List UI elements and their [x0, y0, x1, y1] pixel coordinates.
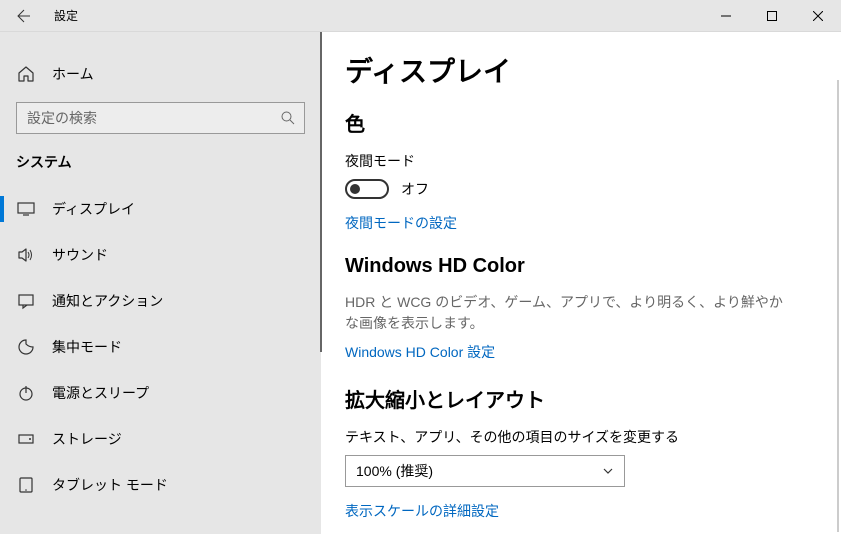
page-title: ディスプレイ	[345, 50, 809, 90]
content-scrollbar[interactable]	[837, 80, 839, 532]
nav-item-tablet[interactable]: タブレット モード	[0, 462, 321, 508]
nav-item-display[interactable]: ディスプレイ	[0, 186, 321, 232]
scale-label: テキスト、アプリ、その他の項目のサイズを変更する	[345, 427, 809, 447]
tablet-icon	[16, 475, 36, 495]
nav-label: 集中モード	[52, 337, 122, 357]
category-header: システム	[0, 152, 321, 186]
scale-heading: 拡大縮小とレイアウト	[345, 384, 809, 413]
back-button[interactable]	[0, 0, 48, 32]
night-light-label: 夜間モード	[345, 151, 809, 171]
sidebar: ホーム システム ディスプレイ サウンド	[0, 32, 321, 534]
arrow-left-icon	[16, 8, 32, 24]
search-box[interactable]	[16, 102, 305, 134]
night-light-settings-link[interactable]: 夜間モードの設定	[345, 213, 457, 233]
home-icon	[16, 64, 36, 84]
sound-icon	[16, 245, 36, 265]
title-bar: 設定	[0, 0, 841, 32]
power-icon	[16, 383, 36, 403]
nav-label: サウンド	[52, 245, 108, 265]
focus-icon	[16, 337, 36, 357]
hd-color-description: HDR と WCG のビデオ、ゲーム、アプリで、より明るく、より鮮やかな画像を表…	[345, 292, 795, 334]
storage-icon	[16, 429, 36, 449]
scale-dropdown[interactable]: 100% (推奨)	[345, 455, 625, 487]
nav-item-storage[interactable]: ストレージ	[0, 416, 321, 462]
scale-value: 100% (推奨)	[356, 461, 433, 481]
minimize-icon	[721, 11, 731, 21]
close-icon	[813, 11, 823, 21]
home-label: ホーム	[52, 64, 94, 84]
nav-item-power[interactable]: 電源とスリープ	[0, 370, 321, 416]
search-icon	[272, 102, 304, 134]
night-light-toggle[interactable]	[345, 179, 389, 199]
chevron-down-icon	[602, 465, 614, 477]
toggle-knob	[350, 184, 360, 194]
nav-label: 電源とスリープ	[52, 383, 149, 403]
color-heading: 色	[345, 108, 809, 137]
nav-item-focus[interactable]: 集中モード	[0, 324, 321, 370]
hd-color-heading: Windows HD Color	[345, 255, 809, 278]
notifications-icon	[16, 291, 36, 311]
nav-label: ディスプレイ	[52, 199, 135, 219]
hd-color-settings-link[interactable]: Windows HD Color 設定	[345, 342, 495, 362]
window-title: 設定	[54, 7, 78, 24]
nav-label: タブレット モード	[52, 475, 168, 495]
night-light-state: オフ	[401, 179, 429, 199]
minimize-button[interactable]	[703, 0, 749, 32]
nav-item-sound[interactable]: サウンド	[0, 232, 321, 278]
close-button[interactable]	[795, 0, 841, 32]
display-icon	[16, 199, 36, 219]
nav-label: ストレージ	[52, 429, 122, 449]
maximize-button[interactable]	[749, 0, 795, 32]
maximize-icon	[767, 11, 777, 21]
nav-label: 通知とアクション	[52, 291, 163, 311]
scale-advanced-link[interactable]: 表示スケールの詳細設定	[345, 501, 499, 521]
nav-item-notifications[interactable]: 通知とアクション	[0, 278, 321, 324]
search-input[interactable]	[17, 110, 272, 126]
home-button[interactable]: ホーム	[0, 56, 321, 92]
content-area: ディスプレイ 色 夜間モード オフ 夜間モードの設定 Windows HD Co…	[321, 32, 841, 534]
